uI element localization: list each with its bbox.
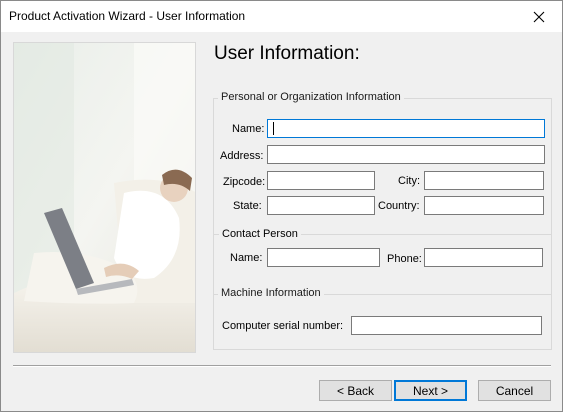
- zipcode-field[interactable]: [267, 171, 375, 190]
- close-icon: [533, 11, 545, 22]
- phone-field[interactable]: [424, 248, 543, 267]
- name-field[interactable]: [267, 119, 545, 138]
- title-bar[interactable]: Product Activation Wizard - User Informa…: [1, 1, 562, 32]
- city-field[interactable]: [424, 171, 544, 190]
- phone-label: Phone:: [387, 253, 422, 265]
- name-label: Name:: [232, 123, 265, 135]
- window-title: Product Activation Wizard - User Informa…: [9, 9, 246, 23]
- serial-number-label: Computer serial number:: [222, 320, 344, 332]
- button-separator: [13, 365, 551, 367]
- page-title: User Information:: [214, 43, 360, 64]
- serial-number-field[interactable]: [351, 316, 542, 335]
- contact-name-label: Name:: [230, 252, 263, 264]
- zipcode-label: Zipcode:: [223, 176, 266, 188]
- country-label: Country:: [378, 200, 420, 212]
- state-field[interactable]: [267, 196, 375, 215]
- machine-info-legend: Machine Information: [218, 287, 324, 299]
- address-label: Address:: [220, 150, 264, 162]
- next-button[interactable]: Next >: [394, 380, 467, 401]
- text-caret: [273, 122, 274, 135]
- wizard-side-image: [13, 42, 196, 353]
- city-label: City:: [398, 175, 420, 187]
- personal-info-legend: Personal or Organization Information: [218, 91, 404, 103]
- contact-person-heading: Contact Person: [219, 228, 301, 240]
- wizard-content: User Information: Personal or Organizati…: [1, 32, 562, 411]
- contact-name-field[interactable]: [267, 248, 380, 267]
- address-field[interactable]: [267, 145, 545, 164]
- wizard-window: Product Activation Wizard - User Informa…: [0, 0, 563, 412]
- state-label: State:: [233, 200, 262, 212]
- country-field[interactable]: [424, 196, 544, 215]
- cancel-button[interactable]: Cancel: [478, 380, 551, 401]
- back-button[interactable]: < Back: [319, 380, 392, 401]
- close-button[interactable]: [516, 1, 562, 32]
